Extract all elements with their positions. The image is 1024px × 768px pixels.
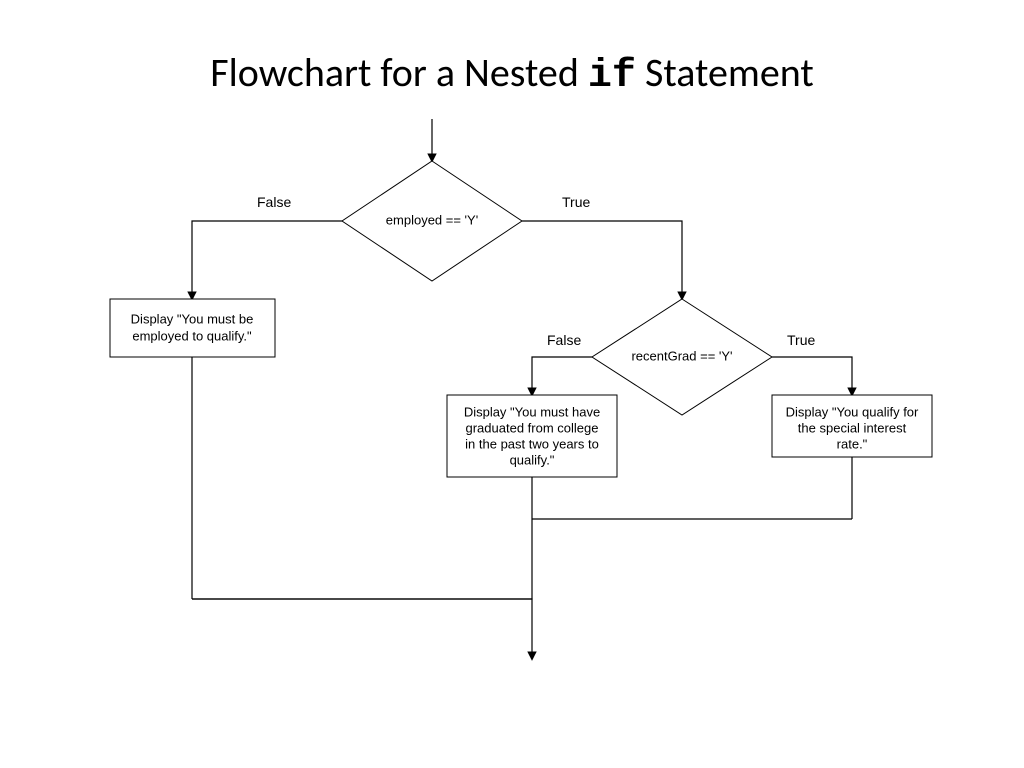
decision-recentgrad-text: recentGrad == 'Y' (631, 348, 732, 363)
label-d2-false: False (547, 332, 581, 348)
process-not-employed-line1: Display "You must be (131, 311, 254, 326)
edge-d2-false (532, 357, 592, 395)
title-keyword: if (588, 54, 636, 99)
process-nrg-l4: qualify." (510, 452, 555, 467)
process-nrg-l1: Display "You must have (464, 404, 600, 419)
edge-exit (192, 599, 532, 659)
label-d2-true: True (787, 332, 815, 348)
process-qualify-l1: Display "You qualify for (786, 404, 919, 419)
label-d1-true: True (562, 194, 590, 210)
process-nrg-l2: graduated from college (466, 420, 599, 435)
edge-d2-to-main (192, 519, 532, 599)
process-qualify-l2: the special interest (798, 420, 907, 435)
title-prefix: Flowchart for a Nested (210, 48, 588, 97)
edge-d1-false (192, 221, 342, 299)
process-not-employed-line2: employed to qualify." (132, 328, 252, 343)
edge-d1-true (522, 221, 682, 299)
process-qualify-l3: rate." (837, 436, 868, 451)
page-title: Flowchart for a Nested if Statement (0, 0, 1024, 99)
decision-employed-text: employed == 'Y' (386, 212, 478, 227)
edge-d2-true (772, 357, 852, 395)
flowchart-diagram: employed == 'Y' False True Display "You … (62, 99, 962, 699)
process-nrg-l3: in the past two years to (465, 436, 599, 451)
title-suffix: Statement (636, 48, 814, 97)
label-d1-false: False (257, 194, 291, 210)
